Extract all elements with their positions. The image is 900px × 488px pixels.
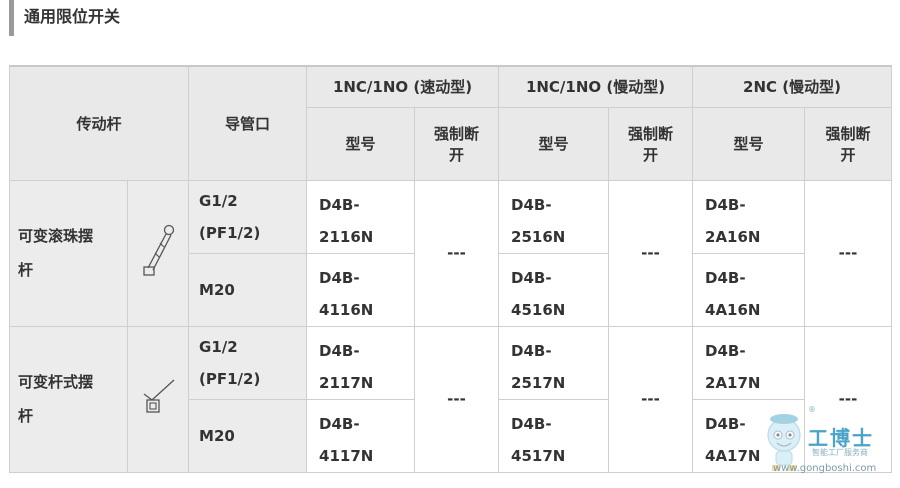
- model-cell: D4B- 2A17N: [692, 325, 806, 400]
- conduit-port: M20: [188, 252, 308, 327]
- lever-name: 可变滚珠摆杆: [9, 179, 128, 327]
- model-cell: D4B- 4117N: [306, 398, 416, 473]
- section-title: 通用限位开关: [9, 0, 309, 36]
- header-group-1: 1NC/1NO (速动型): [306, 65, 500, 108]
- conduit-port: G1/2 (PF1/2): [188, 179, 308, 254]
- header-forced-3: 强制断开: [804, 106, 893, 181]
- table-row: 可变杆式摆杆 G1/2 (PF1/2) D4B- 2117N --- D4B- 251…: [9, 325, 893, 473]
- header-model-1: 型号: [306, 106, 416, 181]
- model-cell: D4B- 4116N: [306, 252, 416, 327]
- rod-lever-icon: [126, 325, 190, 473]
- header-group-2: 1NC/1NO (慢动型): [498, 65, 694, 108]
- model-cell: D4B- 2116N: [306, 179, 416, 254]
- roller-lever-icon: [126, 179, 190, 327]
- header-forced-2: 强制断开: [608, 106, 694, 181]
- table-row: 可变滚珠摆杆 G1/2 (PF1/2) D4B- 2116N --- D4B- 251…: [9, 179, 893, 327]
- model-cell: D4B- 2A16N: [692, 179, 806, 254]
- forced-break-cell: ---: [804, 179, 893, 327]
- conduit-port: M20: [188, 398, 308, 473]
- lever-name: 可变杆式摆杆: [9, 325, 128, 473]
- watermark-url: www.gongboshi.com: [773, 463, 877, 474]
- header-model-3: 型号: [692, 106, 806, 181]
- conduit-port: G1/2 (PF1/2): [188, 325, 308, 400]
- header-group-3: 2NC (慢动型): [692, 65, 893, 108]
- forced-break-cell: ---: [608, 325, 694, 473]
- model-cell: D4B- 4A16N: [692, 252, 806, 327]
- watermark-tagline: 智能工厂服务商: [812, 448, 868, 457]
- model-cell: D4B- 2517N: [498, 325, 610, 400]
- model-cell: D4B- 2516N: [498, 179, 610, 254]
- header-forced-1: 强制断开: [414, 106, 500, 181]
- forced-break-cell: ---: [414, 179, 500, 327]
- model-cell: D4B- 4517N: [498, 398, 610, 473]
- header-actuator: 传动杆: [8, 65, 190, 181]
- watermark-registered: ®: [808, 405, 816, 414]
- header-model-2: 型号: [498, 106, 610, 181]
- forced-break-cell: ---: [414, 325, 500, 473]
- header-conduit: 导管口: [188, 65, 308, 181]
- forced-break-cell: ---: [608, 179, 694, 327]
- model-cell: D4B- 4516N: [498, 252, 610, 327]
- model-cell: D4B- 2117N: [306, 325, 416, 400]
